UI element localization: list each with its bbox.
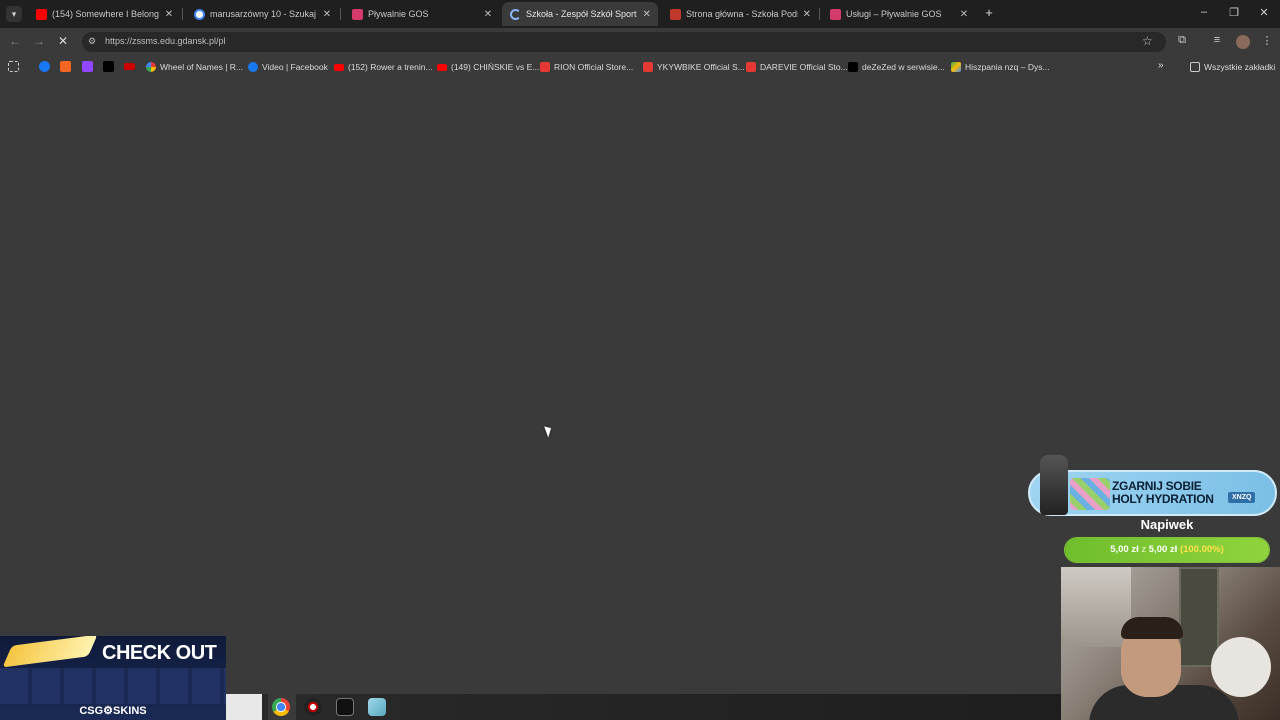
url-text: https://zssms.edu.gdansk.pl/pl <box>105 36 226 46</box>
tab-search-button[interactable]: ▾ <box>6 6 22 22</box>
close-tab-icon[interactable]: ✕ <box>164 9 174 20</box>
tab-uslugi-plywalnie-gos[interactable]: Usługi – Pływalnie GOS ✕ <box>822 2 976 26</box>
bookmark-dezezed[interactable]: deZeZed w serwisie... <box>848 60 945 74</box>
back-arrow-icon[interactable]: ← <box>8 34 22 48</box>
apps-grid-icon[interactable] <box>8 61 19 72</box>
bookmark-star-icon[interactable]: ☆ <box>1142 34 1153 48</box>
sponsor-items-graphic <box>0 668 226 704</box>
youtube-icon[interactable] <box>124 63 135 70</box>
webcam-feed <box>1061 567 1280 720</box>
bookmark-rion-store[interactable]: RION Official Store... <box>540 60 633 74</box>
chrome-taskbar-icon[interactable] <box>272 698 290 716</box>
bookmark-chinskie[interactable]: (149) CHIŃSKIE vs E... <box>437 60 539 74</box>
bookmark-ykywbike-store[interactable]: YKYWBIKE Official S... <box>643 60 745 74</box>
tip-goal-text: 5,00 zł z 5,00 zł (100.00%) <box>1110 544 1224 555</box>
x-icon[interactable] <box>103 61 114 72</box>
tip-goal-label: Napiwek <box>1140 517 1194 532</box>
google-icon <box>194 8 205 20</box>
close-tab-icon[interactable]: ✕ <box>958 9 970 20</box>
sponsor-wing-graphic <box>2 636 98 668</box>
bookmark-rower-trening[interactable]: (152) Rower a trenin... <box>334 60 433 74</box>
address-bar[interactable]: ⚙ https://zssms.edu.gdansk.pl/pl ☆ <box>82 32 1166 52</box>
promo-pattern-image <box>1070 478 1110 510</box>
more-bookmarks-chevron-icon[interactable]: » <box>1158 60 1164 71</box>
taskbar-search-box[interactable] <box>226 694 262 720</box>
twitch-icon[interactable] <box>82 61 93 72</box>
media-controls-icon[interactable]: ≡ <box>1210 34 1224 46</box>
close-tab-icon[interactable]: ✕ <box>322 9 332 20</box>
tab-marusarzowny-search[interactable]: marusarzówny 10 - Szukaj w Go ✕ <box>186 2 338 26</box>
sponsor-banner: CHECK OUT CSG⚙SKINS <box>0 636 226 720</box>
new-tab-button[interactable]: + <box>982 5 996 20</box>
bookmark-darevie-store[interactable]: DAREVIE Official Sto... <box>746 60 848 74</box>
forward-arrow-icon[interactable]: → <box>32 34 46 48</box>
bookmark-hiszpania-nzq[interactable]: Hiszpania nzq – Dys... <box>951 60 1050 74</box>
youtube-icon <box>334 63 344 71</box>
bookmarks-bar: Wheel of Names | R... Video | Facebook (… <box>0 56 1280 78</box>
close-tab-icon[interactable]: ✕ <box>802 9 812 20</box>
notes-taskbar-icon[interactable] <box>368 698 386 716</box>
promo-title: ZGARNIJ SOBIE HOLY HYDRATION <box>1112 479 1214 506</box>
facebook-icon <box>248 62 258 72</box>
all-bookmarks-folder[interactable]: Wszystkie zakładki <box>1190 60 1275 74</box>
school-icon <box>670 8 681 20</box>
gos-icon <box>352 8 363 20</box>
headphones-image <box>1211 637 1271 697</box>
terminal-taskbar-icon[interactable] <box>336 698 354 716</box>
aliexpress-icon <box>746 62 756 72</box>
fire-icon[interactable] <box>60 61 71 72</box>
site-info-icon[interactable]: ⚙ <box>88 36 96 47</box>
aliexpress-icon <box>643 62 653 72</box>
menu-kebab-icon[interactable]: ⋮ <box>1260 34 1274 47</box>
minimize-button[interactable]: – <box>1196 6 1212 18</box>
obs-taskbar-icon[interactable] <box>304 698 322 716</box>
browser-toolbar: ← → ✕ ⚙ https://zssms.edu.gdansk.pl/pl ☆… <box>0 28 1280 56</box>
door-image <box>1179 567 1219 667</box>
extensions-icon[interactable]: ⧉ <box>1175 34 1189 47</box>
tab-strona-glowna[interactable]: Strona główna - Szkoła Podstaw ✕ <box>662 2 818 26</box>
close-window-button[interactable]: ✕ <box>1256 6 1272 19</box>
stop-loading-icon[interactable]: ✕ <box>56 34 70 48</box>
promo-code-badge: XNZQ <box>1228 492 1256 503</box>
tab-strip: ▾ (154) Somewhere I Belong (Offi ✕ marus… <box>0 0 1280 28</box>
sponsor-brand: CSG⚙SKINS <box>79 705 147 717</box>
streamer-hair <box>1121 617 1183 639</box>
x-icon <box>848 62 858 72</box>
tab-somewhere-i-belong[interactable]: (154) Somewhere I Belong (Offi ✕ <box>28 2 180 26</box>
profile-avatar[interactable] <box>1236 35 1250 49</box>
sponsor-cta: CHECK OUT <box>102 642 217 664</box>
restore-button[interactable]: ❐ <box>1226 6 1242 19</box>
folder-icon <box>1190 62 1200 72</box>
tab-szkola-zespol-szkol[interactable]: Szkoła - Zespół Szkół Sportowy ✕ <box>502 2 658 26</box>
aliexpress-icon <box>540 62 550 72</box>
wheel-icon <box>146 62 156 72</box>
tab-plywalnie-gos[interactable]: Pływalnie GOS ✕ <box>344 2 500 26</box>
close-tab-icon[interactable]: ✕ <box>641 9 652 20</box>
bookmark-wheel-of-names[interactable]: Wheel of Names | R... <box>146 60 243 74</box>
youtube-icon <box>36 8 47 20</box>
google-drive-icon <box>951 62 961 72</box>
bookmark-video-facebook[interactable]: Video | Facebook <box>248 60 328 74</box>
facebook-icon[interactable] <box>39 61 50 72</box>
tip-goal-progress-bar: 5,00 zł z 5,00 zł (100.00%) <box>1064 537 1270 563</box>
shaker-bottle-image <box>1040 455 1068 515</box>
youtube-icon <box>437 63 447 71</box>
close-tab-icon[interactable]: ✕ <box>482 9 494 20</box>
loading-spinner-icon <box>510 8 521 20</box>
gos-icon <box>830 8 841 20</box>
